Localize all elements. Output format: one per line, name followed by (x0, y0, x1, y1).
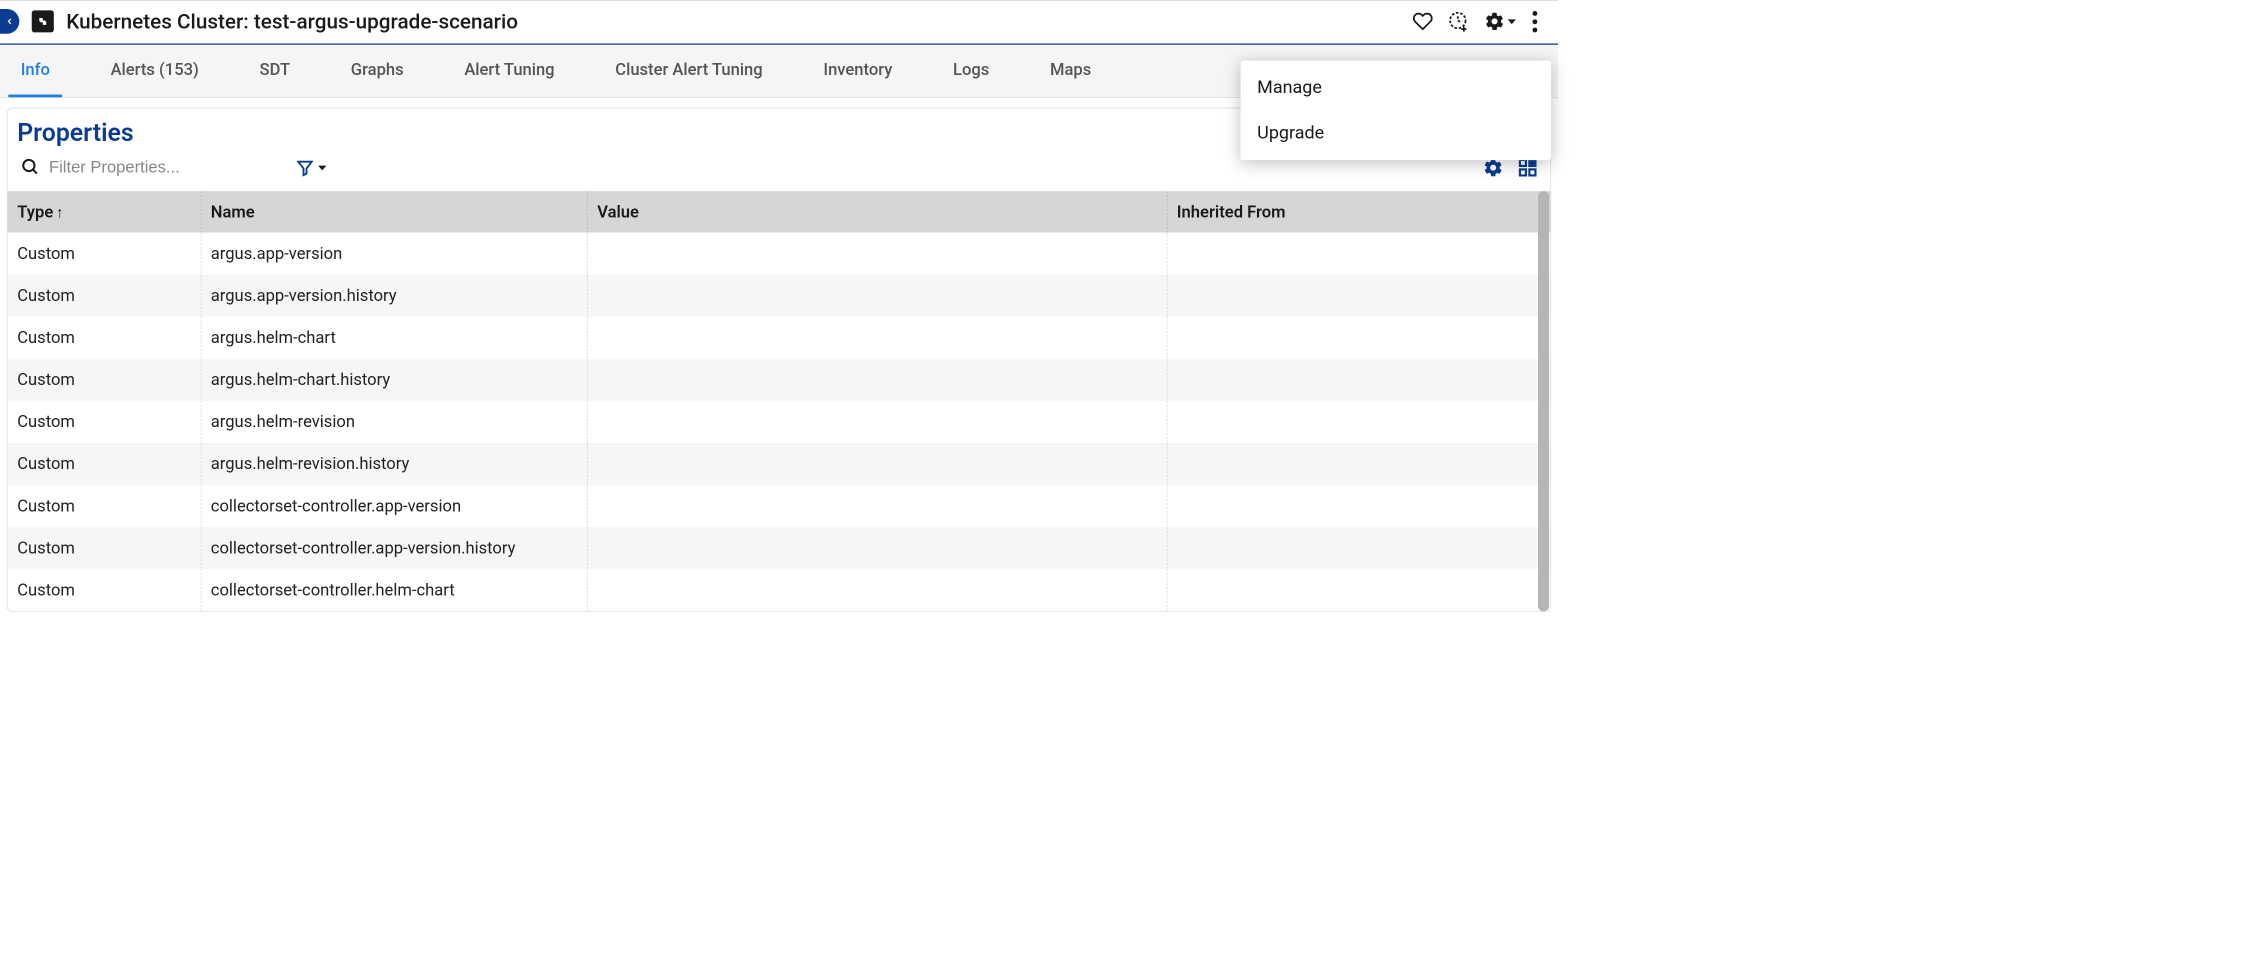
cell-type: Custom (8, 358, 201, 400)
cell-type: Custom (8, 569, 201, 611)
cell-name: argus.helm-chart (201, 316, 587, 358)
cell-inherited (1167, 316, 1551, 358)
cell-name: argus.helm-revision.history (201, 443, 587, 485)
cell-name: collectorset-controller.helm-chart (201, 569, 587, 611)
dropdown-item-manage[interactable]: Manage (1241, 65, 1552, 111)
cell-name: collectorset-controller.app-version (201, 485, 587, 527)
cell-name: argus.helm-chart.history (201, 358, 587, 400)
cell-type: Custom (8, 485, 201, 527)
properties-panel: Properties (7, 108, 1551, 612)
cell-type: Custom (8, 233, 201, 275)
cell-type: Custom (8, 316, 201, 358)
settings-dropdown-button[interactable] (1484, 11, 1516, 32)
column-header-type[interactable]: Type↑ (8, 191, 201, 232)
cell-inherited (1167, 527, 1551, 569)
table-row[interactable]: Customargus.app-version.history (8, 274, 1551, 316)
tab-cluster-alert-tuning[interactable]: Cluster Alert Tuning (603, 45, 775, 97)
cell-inherited (1167, 401, 1551, 443)
cell-value (587, 569, 1167, 611)
tab-info[interactable]: Info (8, 45, 62, 97)
column-header-value[interactable]: Value (587, 191, 1167, 232)
cell-value (587, 358, 1167, 400)
page-title: Kubernetes Cluster: test-argus-upgrade-s… (66, 9, 1412, 33)
search-icon (20, 157, 39, 179)
filter-dropdown-button[interactable] (296, 159, 326, 177)
resource-type-icon (32, 10, 54, 32)
tab-graphs[interactable]: Graphs (338, 45, 416, 97)
cell-name: argus.app-version.history (201, 274, 587, 316)
cell-value (587, 233, 1167, 275)
table-row[interactable]: Customcollectorset-controller.app-versio… (8, 485, 1551, 527)
cell-type: Custom (8, 274, 201, 316)
tab-maps[interactable]: Maps (1038, 45, 1104, 97)
filter-properties-input[interactable] (49, 158, 242, 177)
cell-inherited (1167, 358, 1551, 400)
tab-alerts-153-[interactable]: Alerts (153) (98, 45, 211, 97)
settings-dropdown-menu: ManageUpgrade (1241, 61, 1552, 160)
layout-grid-icon[interactable] (1517, 157, 1538, 178)
table-row[interactable]: Customcollectorset-controller.app-versio… (8, 527, 1551, 569)
table-row[interactable]: Customargus.helm-chart (8, 316, 1551, 358)
tab-alert-tuning[interactable]: Alert Tuning (452, 45, 567, 97)
header-actions (1412, 9, 1547, 33)
properties-table: Type↑ Name Value Inherited From Customar… (8, 191, 1551, 611)
cell-inherited (1167, 569, 1551, 611)
table-row[interactable]: Customargus.helm-chart.history (8, 358, 1551, 400)
schedule-add-icon[interactable] (1448, 11, 1469, 32)
cell-type: Custom (8, 443, 201, 485)
cell-inherited (1167, 233, 1551, 275)
cell-type: Custom (8, 401, 201, 443)
page-header: Kubernetes Cluster: test-argus-upgrade-s… (0, 0, 1558, 45)
cell-value (587, 401, 1167, 443)
cell-value (587, 316, 1167, 358)
cell-type: Custom (8, 527, 201, 569)
column-header-name[interactable]: Name (201, 191, 587, 232)
cell-name: argus.app-version (201, 233, 587, 275)
cell-value (587, 485, 1167, 527)
table-row[interactable]: Customcollectorset-controller.helm-chart (8, 569, 1551, 611)
table-row[interactable]: Customargus.app-version (8, 233, 1551, 275)
dropdown-item-upgrade[interactable]: Upgrade (1241, 110, 1552, 156)
back-button[interactable] (0, 9, 19, 34)
tab-inventory[interactable]: Inventory (811, 45, 905, 97)
favorite-icon[interactable] (1412, 11, 1433, 32)
chevron-down-icon (1508, 19, 1516, 24)
sort-asc-icon: ↑ (56, 204, 64, 221)
cell-inherited (1167, 485, 1551, 527)
cell-name: collectorset-controller.app-version.hist… (201, 527, 587, 569)
cell-inherited (1167, 443, 1551, 485)
cell-value (587, 274, 1167, 316)
cell-inherited (1167, 274, 1551, 316)
chevron-down-icon (318, 165, 326, 170)
table-settings-icon[interactable] (1483, 157, 1504, 178)
vertical-scrollbar[interactable] (1538, 191, 1549, 611)
table-row[interactable]: Customargus.helm-revision (8, 401, 1551, 443)
cell-value (587, 443, 1167, 485)
table-row[interactable]: Customargus.helm-revision.history (8, 443, 1551, 485)
column-header-inherited[interactable]: Inherited From (1167, 191, 1551, 232)
cell-name: argus.helm-revision (201, 401, 587, 443)
tab-logs[interactable]: Logs (941, 45, 1002, 97)
cell-value (587, 527, 1167, 569)
more-menu-button[interactable] (1531, 9, 1539, 33)
tab-sdt[interactable]: SDT (247, 45, 302, 97)
